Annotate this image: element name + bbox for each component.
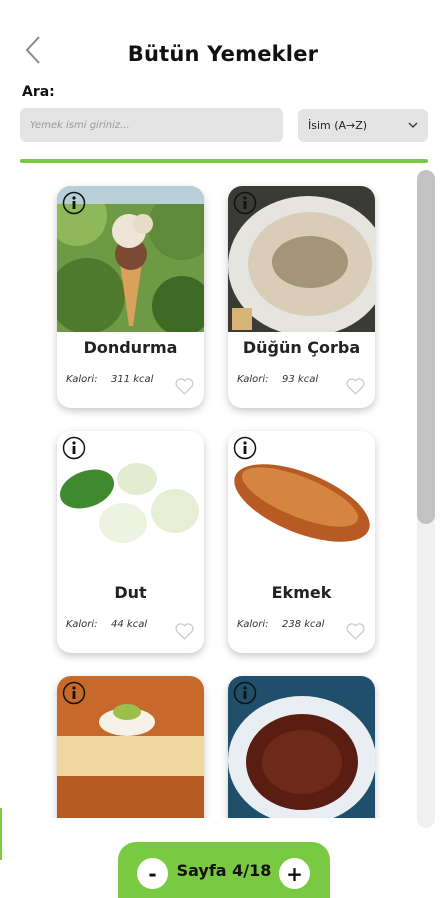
- info-icon[interactable]: [233, 191, 257, 215]
- info-icon[interactable]: [62, 681, 86, 705]
- info-icon[interactable]: [62, 436, 86, 460]
- food-card[interactable]: Dondurma Kalori: 311 kcal: [57, 186, 204, 408]
- left-accent-line: [0, 808, 2, 860]
- food-name: Ekmek: [271, 583, 332, 602]
- page-title: Bütün Yemekler: [127, 42, 319, 66]
- sort-select[interactable]: İsim (A→Z): [298, 109, 428, 142]
- food-card[interactable]: Ekmek Kalori: 238 kcal: [228, 431, 375, 653]
- heart-outline-icon[interactable]: [174, 621, 195, 641]
- calorie-label: Kalori:: [237, 374, 269, 385]
- food-card[interactable]: Dut Kalori: 44 kcal: [57, 431, 204, 653]
- food-card[interactable]: [228, 676, 375, 818]
- food-card[interactable]: Düğün Çorba Kalori: 93 kcal: [228, 186, 375, 408]
- food-grid: Dondurma Kalori: 311 kcal Düğün Çorba Ka…: [20, 170, 416, 818]
- pagination: - Sayfa 4/18 +: [118, 842, 330, 898]
- calorie-value: 93 kcal: [282, 374, 319, 385]
- food-name: Düğün Çorba: [242, 338, 361, 357]
- sort-selected-label: İsim (A→Z): [308, 119, 368, 132]
- search-label: Ara:: [22, 84, 55, 100]
- calorie-value: 238 kcal: [282, 619, 325, 630]
- calorie-label: Kalori:: [66, 374, 98, 385]
- search-input[interactable]: [20, 108, 283, 142]
- info-icon[interactable]: [62, 191, 86, 215]
- heart-outline-icon[interactable]: [174, 376, 195, 396]
- scrollbar-thumb[interactable]: [417, 170, 435, 524]
- calorie-value: 44 kcal: [111, 619, 148, 630]
- heart-outline-icon[interactable]: [345, 376, 366, 396]
- chevron-down-icon: [408, 122, 418, 128]
- food-name: Dondurma: [83, 338, 178, 357]
- divider: [20, 159, 428, 163]
- calorie-value: 311 kcal: [111, 374, 154, 385]
- next-page-button[interactable]: +: [279, 858, 310, 889]
- food-name: Dut: [114, 583, 147, 602]
- calorie-label: Kalori:: [237, 619, 269, 630]
- food-card[interactable]: [57, 676, 204, 818]
- info-icon[interactable]: [233, 681, 257, 705]
- info-icon[interactable]: [233, 436, 257, 460]
- heart-outline-icon[interactable]: [345, 621, 366, 641]
- calorie-label: Kalori:: [66, 619, 98, 630]
